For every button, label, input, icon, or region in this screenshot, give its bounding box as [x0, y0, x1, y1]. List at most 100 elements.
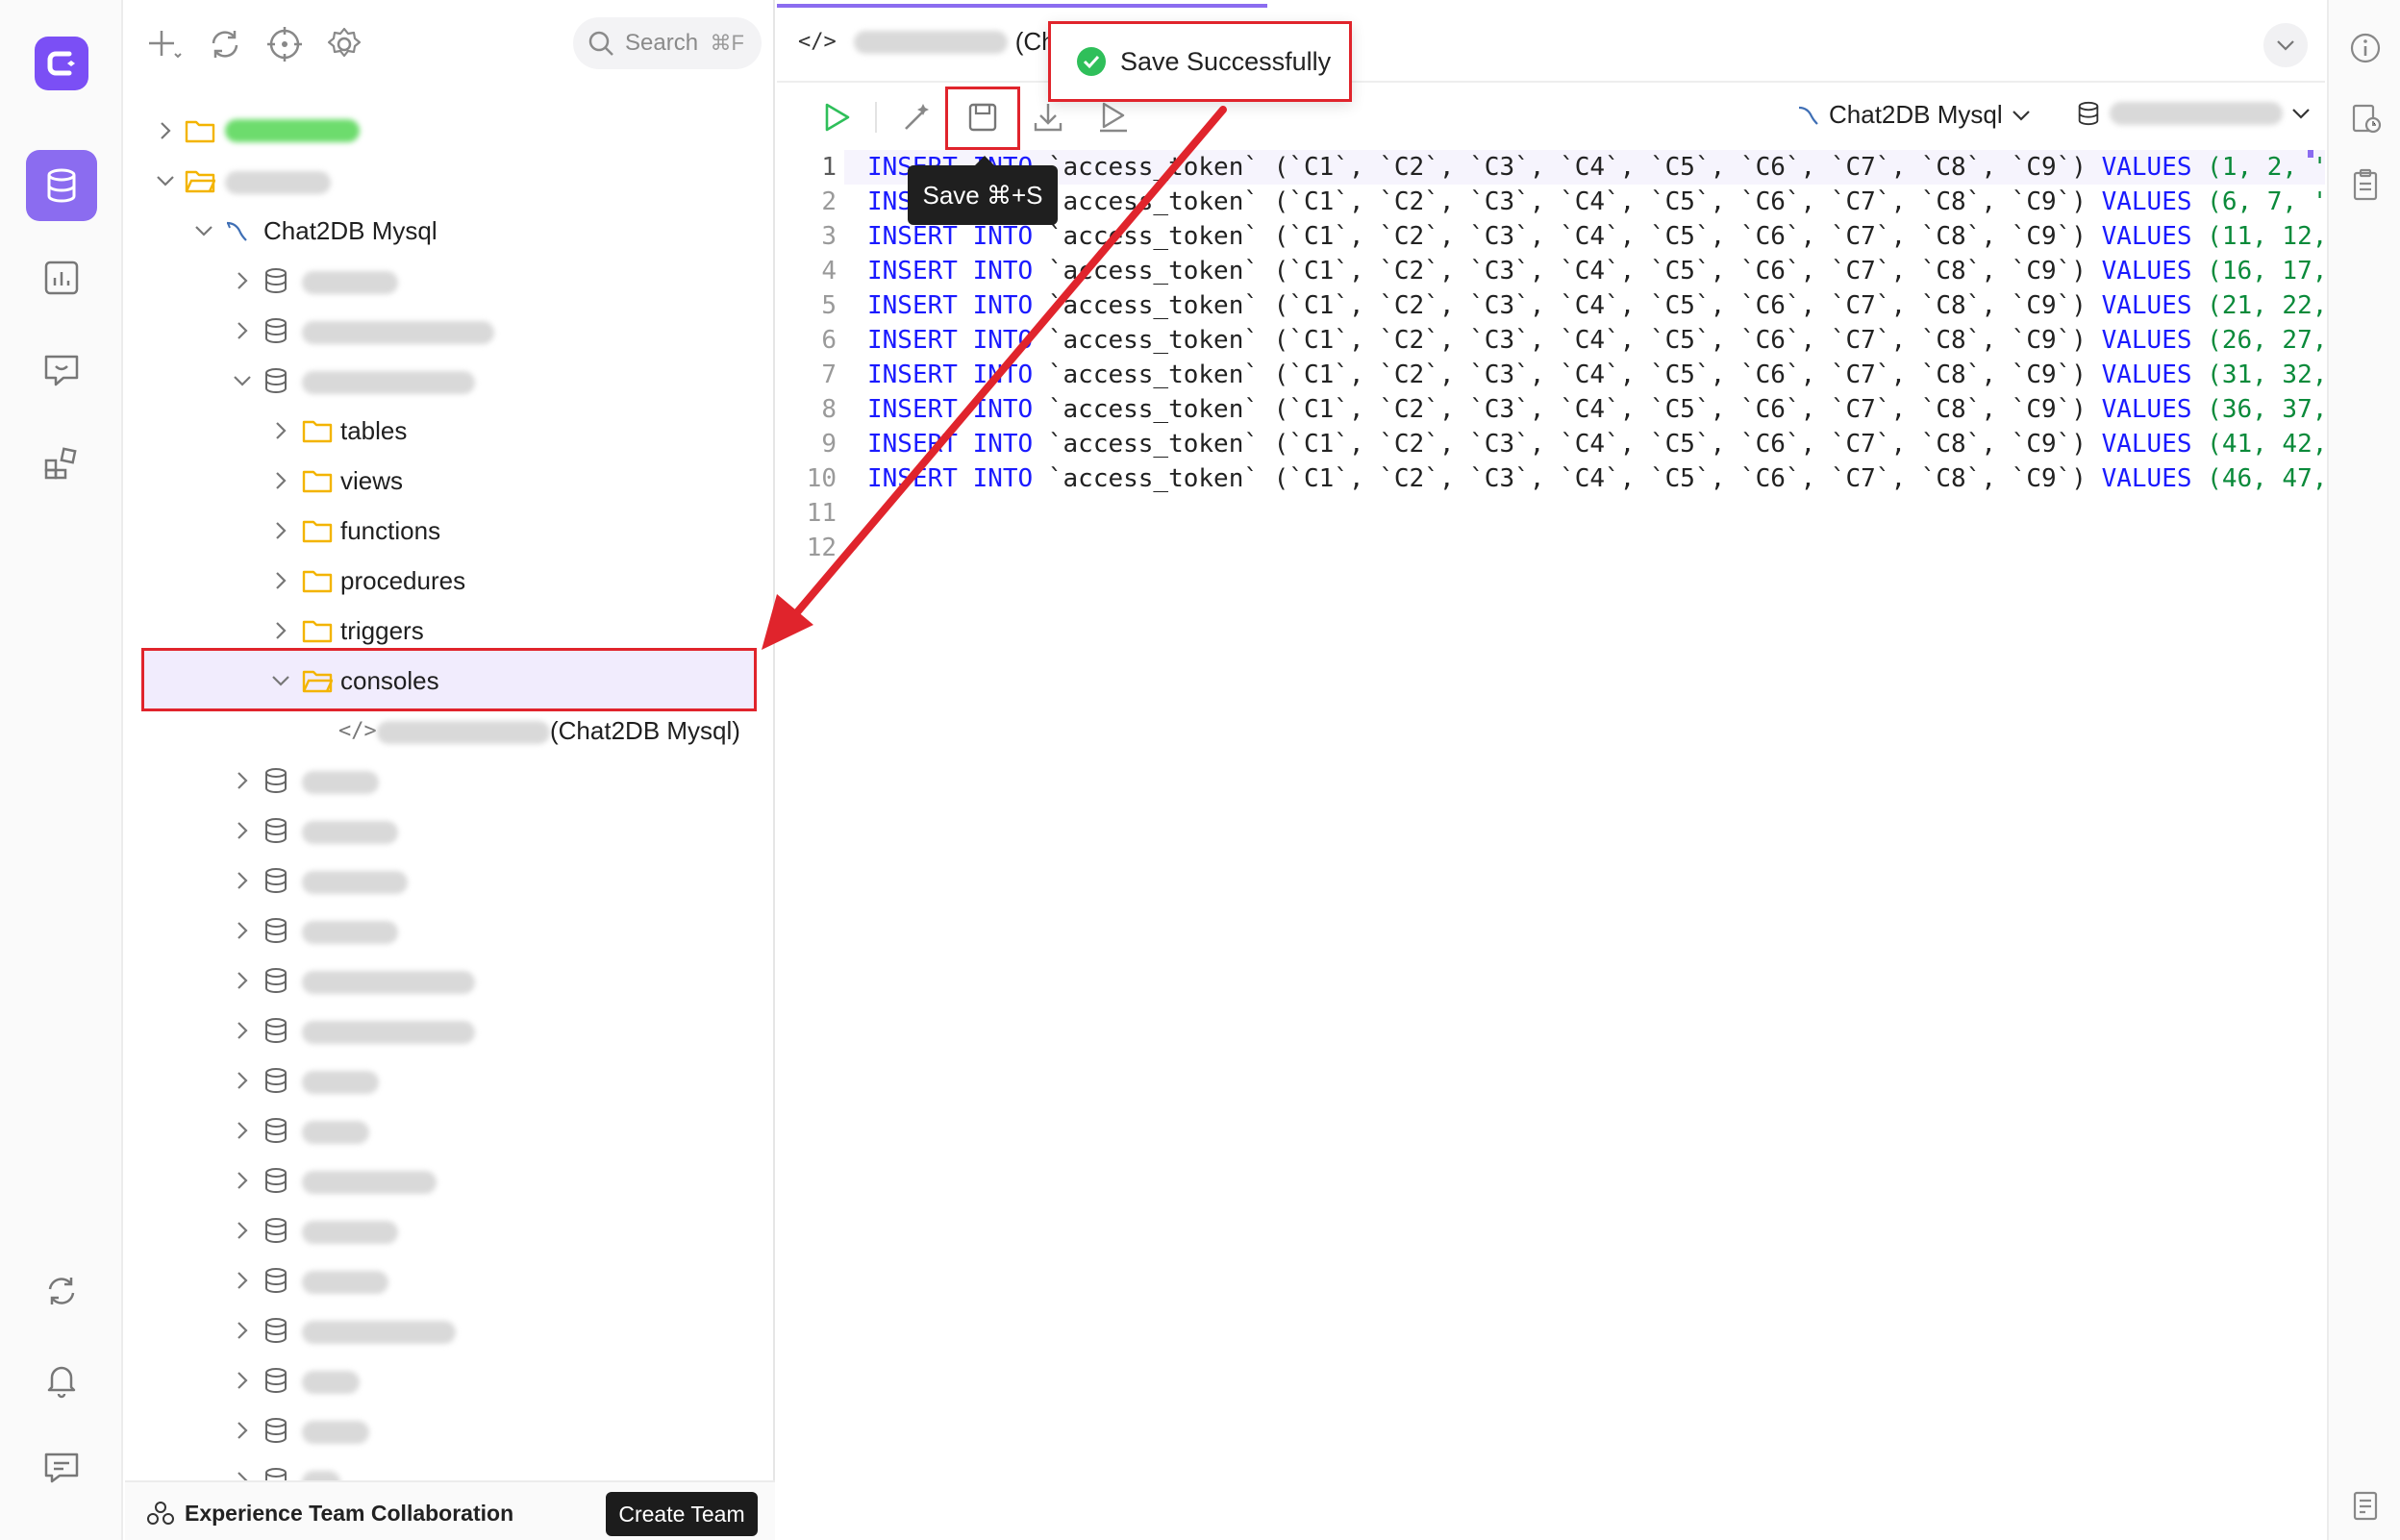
- folder-open-icon: [185, 170, 215, 193]
- tree-row-database[interactable]: [125, 756, 775, 806]
- chevron-right-icon[interactable]: [231, 319, 254, 342]
- tree-folder-views[interactable]: views: [125, 456, 773, 506]
- database-icon: [265, 768, 287, 794]
- team-collaboration-link[interactable]: Experience Team Collaboration: [146, 1499, 513, 1528]
- chevron-right-icon[interactable]: [231, 1469, 254, 1480]
- chevron-right-icon[interactable]: [269, 569, 292, 592]
- chat2db-logo-icon[interactable]: [35, 37, 88, 90]
- create-team-button[interactable]: Create Team: [606, 1492, 758, 1536]
- tree-row-database[interactable]: [125, 256, 773, 306]
- chevron-right-icon[interactable]: [231, 1269, 254, 1292]
- code-token: VALUES: [2101, 257, 2192, 286]
- tree-row-chat2db-connection[interactable]: Chat2DB Mysql: [125, 206, 773, 256]
- tree-row-database[interactable]: [125, 1205, 775, 1255]
- database-icon: [265, 1318, 287, 1344]
- chevron-right-icon[interactable]: [269, 619, 292, 642]
- code-line[interactable]: 6 INSERT INTO `access_token` (`C1`, `C2`,…: [777, 323, 2327, 358]
- chevron-down-icon[interactable]: [192, 219, 215, 242]
- line-number: 7: [821, 360, 837, 389]
- redacted-name: [302, 321, 494, 344]
- connection-select[interactable]: Chat2DB Mysql: [1796, 100, 2032, 130]
- tree-row-database[interactable]: [125, 306, 773, 356]
- tree-folder-functions[interactable]: functions: [125, 506, 773, 556]
- tab-overflow-button[interactable]: [2263, 23, 2308, 67]
- chevron-right-icon[interactable]: [231, 869, 254, 892]
- chevron-down-icon[interactable]: [154, 169, 177, 192]
- search-input[interactable]: Search ⌘F: [573, 17, 762, 69]
- tree-row-database[interactable]: [125, 806, 775, 856]
- tree-row-database[interactable]: [125, 1056, 775, 1105]
- chevron-right-icon[interactable]: [231, 919, 254, 942]
- format-wand-icon[interactable]: [900, 100, 935, 135]
- clipboard-icon[interactable]: [2348, 167, 2383, 202]
- code-line[interactable]: 10 INSERT INTO `access_token` (`C1`, `C2`…: [777, 461, 2328, 496]
- chevron-right-icon[interactable]: [231, 1369, 254, 1392]
- chevron-right-icon[interactable]: [269, 469, 292, 492]
- chevron-right-icon[interactable]: [231, 1019, 254, 1042]
- code-line[interactable]: 11: [777, 496, 2306, 531]
- code-token: INSERT: [867, 257, 958, 286]
- database-nav-icon[interactable]: [26, 150, 97, 221]
- folder-label: consoles: [340, 665, 439, 695]
- tree-row-database[interactable]: [125, 1255, 775, 1305]
- notes-icon[interactable]: [2348, 1488, 2383, 1523]
- code-line[interactable]: 12: [777, 531, 2306, 565]
- code-line[interactable]: 9 INSERT INTO `access_token` (`C1`, `C2`,…: [777, 427, 2327, 461]
- info-icon[interactable]: [2348, 31, 2383, 65]
- code-line[interactable]: 4 INSERT INTO `access_token` (`C1`, `C2`,…: [777, 254, 2327, 288]
- chevron-down-icon[interactable]: [231, 369, 254, 392]
- chevron-right-icon[interactable]: [231, 1069, 254, 1092]
- refresh-icon[interactable]: [206, 25, 244, 63]
- plugins-nav-icon[interactable]: [26, 427, 97, 498]
- tree-row-database[interactable]: [125, 1006, 775, 1056]
- tree-row-database[interactable]: [125, 906, 775, 956]
- chevron-right-icon[interactable]: [154, 119, 177, 142]
- tree-row-database[interactable]: [125, 1305, 775, 1355]
- chevron-right-icon[interactable]: [231, 969, 254, 992]
- chevron-right-icon[interactable]: [269, 519, 292, 542]
- tree-folder-tables[interactable]: tables: [125, 406, 773, 456]
- tree-row-database[interactable]: [125, 1355, 775, 1405]
- chevron-right-icon[interactable]: [231, 1219, 254, 1242]
- sync-icon[interactable]: [26, 1255, 97, 1327]
- tree-row-database-expanded[interactable]: [125, 356, 773, 406]
- database-select[interactable]: [2075, 100, 2312, 127]
- settings-gear-icon[interactable]: [325, 25, 363, 63]
- feedback-icon[interactable]: [26, 1432, 97, 1503]
- tree-row-connection[interactable]: [125, 106, 773, 156]
- chevron-right-icon[interactable]: [231, 819, 254, 842]
- tree-row-database[interactable]: [125, 1405, 775, 1455]
- tree-console-item[interactable]: </> (Chat2DB Mysql): [125, 706, 760, 756]
- download-icon[interactable]: [1031, 100, 1065, 135]
- console-tab[interactable]: </> (Ch: [798, 27, 1056, 57]
- chat-nav-icon[interactable]: [26, 335, 97, 406]
- code-line[interactable]: 8 INSERT INTO `access_token` (`C1`, `C2`,…: [777, 392, 2327, 427]
- code-line[interactable]: 7 INSERT INTO `access_token` (`C1`, `C2`,…: [777, 358, 2327, 392]
- editor-scroll-marker[interactable]: [2308, 150, 2313, 158]
- chevron-right-icon[interactable]: [231, 269, 254, 292]
- chevron-right-icon[interactable]: [231, 1119, 254, 1142]
- tree-row-database[interactable]: [125, 1155, 775, 1205]
- locate-icon[interactable]: [265, 25, 304, 63]
- chevron-right-icon[interactable]: [269, 419, 292, 442]
- chevron-right-icon[interactable]: [231, 769, 254, 792]
- chevron-right-icon[interactable]: [231, 1319, 254, 1342]
- notification-bell-icon[interactable]: [26, 1344, 97, 1415]
- tree-row-database[interactable]: [125, 956, 775, 1006]
- explain-run-icon[interactable]: [1096, 100, 1131, 135]
- tree-row-connection[interactable]: [125, 156, 773, 206]
- chevron-down-icon[interactable]: [269, 669, 292, 692]
- tree-row-database[interactable]: [125, 856, 775, 906]
- tree-folder-consoles[interactable]: consoles: [125, 656, 760, 706]
- chevron-right-icon[interactable]: [231, 1419, 254, 1442]
- chevron-right-icon[interactable]: [231, 1169, 254, 1192]
- tree-row-database[interactable]: [125, 1105, 775, 1155]
- tree-row-database[interactable]: [125, 1455, 775, 1480]
- code-line[interactable]: 5 INSERT INTO `access_token` (`C1`, `C2`,…: [777, 288, 2327, 323]
- run-play-icon[interactable]: [819, 100, 854, 135]
- code-token: VALUES: [2101, 360, 2192, 389]
- history-clipboard-icon[interactable]: [2348, 100, 2383, 135]
- dashboard-nav-icon[interactable]: [26, 242, 97, 313]
- tree-folder-procedures[interactable]: procedures: [125, 556, 773, 606]
- add-connection-icon[interactable]: [144, 25, 183, 63]
